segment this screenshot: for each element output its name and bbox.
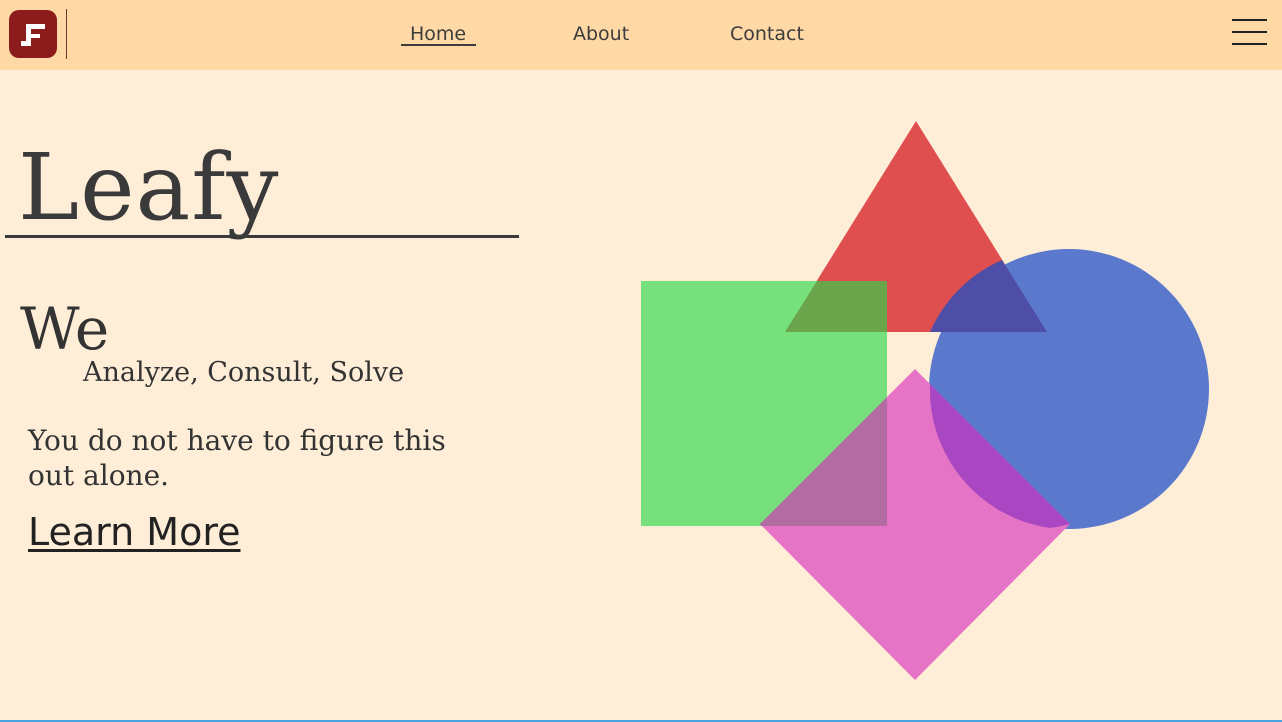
overlap-triangle-circle — [930, 260, 1047, 332]
brand-title: Leafy — [18, 134, 280, 241]
learn-more-link[interactable]: Learn More — [28, 511, 241, 554]
pink-diamond — [760, 369, 1070, 680]
navbar: Home About Contact — [0, 0, 1282, 70]
hamburger-line — [1232, 43, 1267, 45]
logo-divider — [66, 9, 67, 59]
logo[interactable] — [9, 10, 57, 58]
we-heading: We — [20, 295, 110, 363]
title-rule — [5, 235, 519, 238]
nav-link-about[interactable]: About — [573, 23, 629, 45]
red-triangle — [785, 121, 1047, 332]
services-subheading: Analyze, Consult, Solve — [83, 357, 405, 388]
nav-link-contact[interactable]: Contact — [730, 23, 804, 45]
hamburger-menu-icon[interactable] — [1232, 19, 1267, 47]
overlap-triangle-square — [785, 281, 887, 332]
nav-link-home[interactable]: Home — [410, 23, 466, 45]
logo-f-icon — [21, 24, 45, 46]
green-square — [641, 281, 887, 526]
tagline: You do not have to figure this out alone… — [28, 424, 446, 492]
hamburger-line — [1232, 31, 1267, 33]
active-link-underline — [401, 44, 476, 46]
blue-circle — [929, 249, 1209, 529]
overlap-circle-diamond — [929, 384, 1070, 528]
overlap-square-diamond — [760, 397, 887, 526]
hamburger-line — [1232, 19, 1267, 21]
